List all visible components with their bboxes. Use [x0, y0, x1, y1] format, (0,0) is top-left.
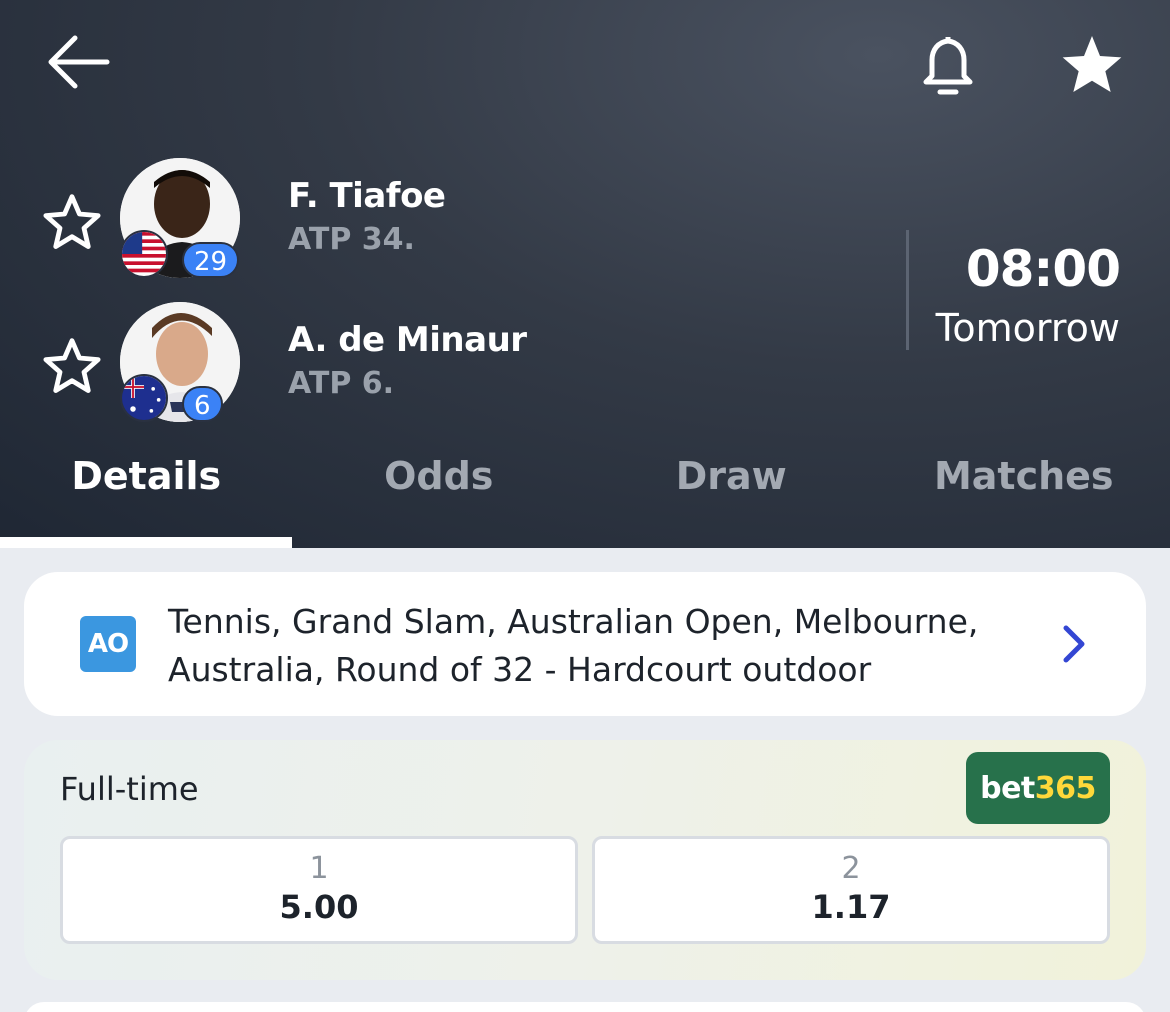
odds-card: Full-time bet 365 1 5.00 2 1.17	[24, 740, 1146, 980]
tournament-card[interactable]: AO Tennis, Grand Slam, Australian Open, …	[24, 572, 1146, 716]
tournament-logo: AO	[80, 616, 136, 672]
match-time: 08:00	[965, 240, 1121, 298]
chevron-right-icon	[1063, 625, 1085, 663]
back-button[interactable]	[40, 30, 116, 94]
star-filled-icon	[1062, 36, 1122, 92]
star-outline-icon	[43, 338, 101, 393]
player-rank: ATP 34.	[288, 222, 415, 257]
australia-flag-icon	[120, 374, 168, 422]
player-row-de-minaur[interactable]: 6 A. de Minaur ATP 6.	[0, 300, 880, 430]
vertical-divider	[906, 230, 909, 350]
odd-option-away[interactable]: 2 1.17	[592, 836, 1110, 944]
player-name: A. de Minaur	[288, 320, 527, 360]
bookmaker-logo[interactable]: bet 365	[966, 752, 1110, 824]
bookmaker-name-part1: bet	[980, 770, 1035, 806]
tournament-info: Tennis, Grand Slam, Australian Open, Mel…	[168, 602, 979, 689]
arrow-left-icon	[48, 35, 110, 89]
odd-label: 2	[841, 851, 861, 886]
tab-matches[interactable]: Matches	[878, 440, 1170, 548]
tab-bar: Details Odds Draw Matches	[0, 440, 1170, 548]
favorite-player-button[interactable]	[40, 334, 104, 398]
active-tab-indicator	[0, 537, 292, 548]
odds-market-title: Full-time	[60, 770, 199, 808]
player-row-tiafoe[interactable]: 29 F. Tiafoe ATP 34.	[0, 156, 880, 286]
tab-odds[interactable]: Odds	[293, 440, 586, 548]
seed-badge: 29	[182, 242, 240, 278]
bookmaker-name-part2: 365	[1034, 770, 1097, 806]
odd-value: 5.00	[279, 888, 359, 926]
odd-label: 1	[309, 851, 329, 886]
player-name: F. Tiafoe	[288, 176, 446, 216]
odd-value: 1.17	[811, 888, 891, 926]
tab-draw[interactable]: Draw	[585, 440, 878, 548]
next-card	[24, 1002, 1146, 1012]
tab-details[interactable]: Details	[0, 440, 293, 548]
usa-flag-icon	[120, 230, 168, 278]
favorite-player-button[interactable]	[40, 190, 104, 254]
notifications-button[interactable]	[912, 28, 984, 100]
seed-badge: 6	[182, 386, 223, 422]
match-header: 29 F. Tiafoe ATP 34. 6 A. de Minaur ATP …	[0, 0, 1170, 548]
bell-icon	[923, 37, 973, 95]
favorite-match-button[interactable]	[1056, 28, 1128, 100]
star-outline-icon	[43, 194, 101, 249]
player-rank: ATP 6.	[288, 366, 395, 401]
odd-option-home[interactable]: 1 5.00	[60, 836, 578, 944]
match-date: Tomorrow	[935, 306, 1120, 350]
